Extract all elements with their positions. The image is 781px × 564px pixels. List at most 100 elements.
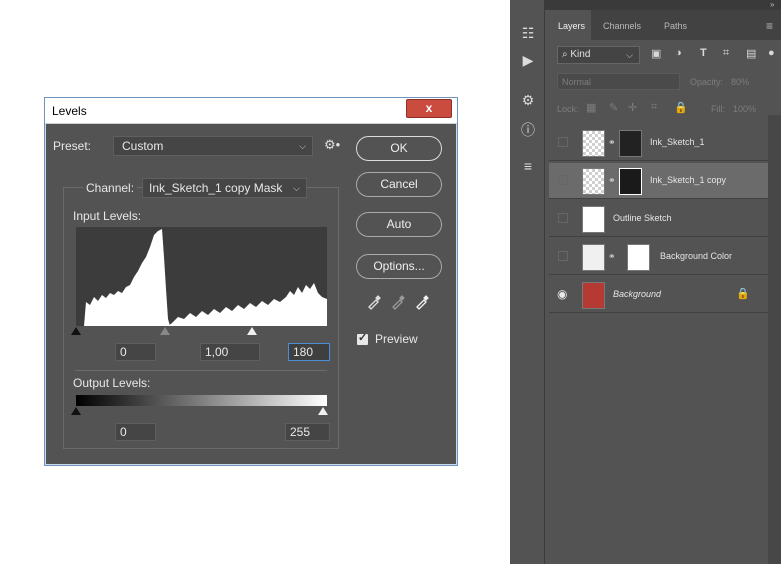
lock-transparent-icon[interactable]: ▦ [586,101,596,114]
layers-scrollbar[interactable] [768,115,781,564]
input-gamma-field[interactable]: 1,00 [200,343,260,361]
tab-layers[interactable]: Layers [558,21,585,31]
output-black-field[interactable]: 0 [115,423,156,441]
layer-thumbnail [582,282,605,309]
blend-mode-select[interactable]: Normal [557,73,680,90]
link-icon: ⚭ [608,175,616,185]
properties-icon[interactable]: ⚙ [518,92,538,112]
preview-label: Preview [375,332,418,346]
black-point-eyedropper-icon[interactable] [366,294,382,310]
chevron-down-icon: ⌵ [293,183,300,193]
output-white-slider[interactable] [318,407,328,415]
history-icon[interactable]: ☷ [518,25,538,45]
layer-row[interactable]: ⚭ Background Color [549,239,768,275]
kind-filter-select[interactable]: ⌕ Kind ⌵ [557,46,640,64]
kind-label: Kind [570,49,591,60]
visibility-toggle[interactable] [558,175,568,185]
layer-row[interactable]: ◉ Background 🔒 [549,277,768,313]
ok-button[interactable]: OK [356,136,442,161]
layer-thumbnail [582,130,605,157]
output-black-slider[interactable] [71,407,81,415]
histogram [76,227,327,326]
type-filter-icon[interactable]: T [700,47,707,59]
options-button[interactable]: Options... [356,254,442,279]
adjustment-filter-icon[interactable]: ◑ [675,47,682,59]
preset-label: Preset: [53,139,92,153]
layer-name: Ink_Sketch_1 copy [650,175,727,185]
panel-top-bar: « » [510,0,781,10]
lock-label: Lock: [557,104,579,114]
input-levels-label: Input Levels: [73,209,142,223]
preview-checkbox[interactable] [357,331,368,345]
input-white-slider[interactable] [247,327,257,335]
eye-icon[interactable]: ◉ [557,287,567,301]
shape-filter-icon[interactable]: ⌗ [723,47,729,60]
cancel-button[interactable]: Cancel [356,172,442,197]
opacity-label: Opacity: [690,77,724,87]
visibility-toggle[interactable] [558,251,568,261]
search-icon: ⌕ [562,49,568,60]
levels-dialog: Levels x Preset: Custom ⌵ ⚙• Channel: In… [44,97,458,466]
channel-value: Ink_Sketch_1 copy Mask [149,181,283,195]
link-icon: ⚭ [608,137,616,147]
lock-all-icon[interactable]: 🔒 [674,101,688,114]
layer-name: Outline Sketch [613,213,672,223]
layer-row[interactable]: Outline Sketch [549,201,768,237]
lock-paint-icon[interactable]: ✎ [609,101,618,114]
auto-button[interactable]: Auto [356,212,442,237]
link-icon: ⚭ [608,251,616,261]
lock-artboard-icon[interactable]: ⌗ [651,101,657,114]
preset-value: Custom [122,139,164,153]
filter-toggle-icon[interactable]: ● [768,47,775,59]
close-button[interactable]: x [406,99,452,118]
layer-thumbnail [582,168,605,195]
output-levels-label: Output Levels: [73,376,151,390]
layer-row-selected[interactable]: ⚭ Ink_Sketch_1 copy [549,163,768,199]
dialog-title-bar[interactable]: Levels x [45,98,457,124]
input-black-field[interactable]: 0 [115,343,156,361]
fill-field[interactable]: 100% [733,104,756,114]
lock-icon: 🔒 [736,288,750,300]
smart-object-filter-icon[interactable]: ▤ [746,47,756,60]
dialog-title: Levels [52,104,87,118]
panel-icon-strip [510,0,545,564]
layer-name: Ink_Sketch_1 [650,137,705,147]
layer-mask-thumbnail [619,130,642,157]
layer-mask-thumbnail [627,244,650,271]
visibility-toggle[interactable] [558,137,568,147]
input-gamma-slider[interactable] [160,327,170,335]
pixel-filter-icon[interactable]: ▣ [651,47,661,60]
input-white-field[interactable]: 180 [288,343,330,361]
output-white-field[interactable]: 255 [285,423,330,441]
layer-name: Background Color [660,251,733,261]
layer-mask-thumbnail [619,168,642,195]
play-actions-icon[interactable]: ▶ [518,52,538,72]
fill-label: Fill: [711,104,725,114]
histogram-graph [76,229,327,326]
layer-row[interactable]: ⚭ Ink_Sketch_1 [549,125,768,161]
paragraph-icon[interactable]: ≡ [518,158,538,178]
collapse-right-icon[interactable]: » [770,0,774,9]
info-icon[interactable]: ⓘ [518,120,538,140]
channel-select[interactable]: Ink_Sketch_1 copy Mask ⌵ [142,178,307,198]
channel-label: Channel: [83,181,138,195]
lock-move-icon[interactable]: ✛ [628,101,637,114]
tab-paths[interactable]: Paths [664,21,687,31]
output-gradient [76,395,327,406]
tab-channels[interactable]: Channels [603,21,641,31]
layer-name: Background [613,289,662,299]
panel-menu-icon[interactable]: ≡ [766,19,773,33]
gear-icon[interactable]: ⚙• [324,137,340,153]
adjustment-thumbnail [582,244,605,271]
input-black-slider[interactable] [71,327,81,335]
white-point-eyedropper-icon[interactable] [414,294,430,310]
chevron-down-icon: ⌵ [299,141,306,151]
blend-mode-value: Normal [562,77,592,87]
visibility-toggle[interactable] [558,213,568,223]
layer-thumbnail [582,206,605,233]
section-divider [75,370,327,371]
preset-select[interactable]: Custom ⌵ [113,136,313,156]
gray-point-eyedropper-icon[interactable] [390,294,406,310]
opacity-field[interactable]: 80% [731,77,749,87]
chevron-down-icon: ⌵ [626,50,633,60]
